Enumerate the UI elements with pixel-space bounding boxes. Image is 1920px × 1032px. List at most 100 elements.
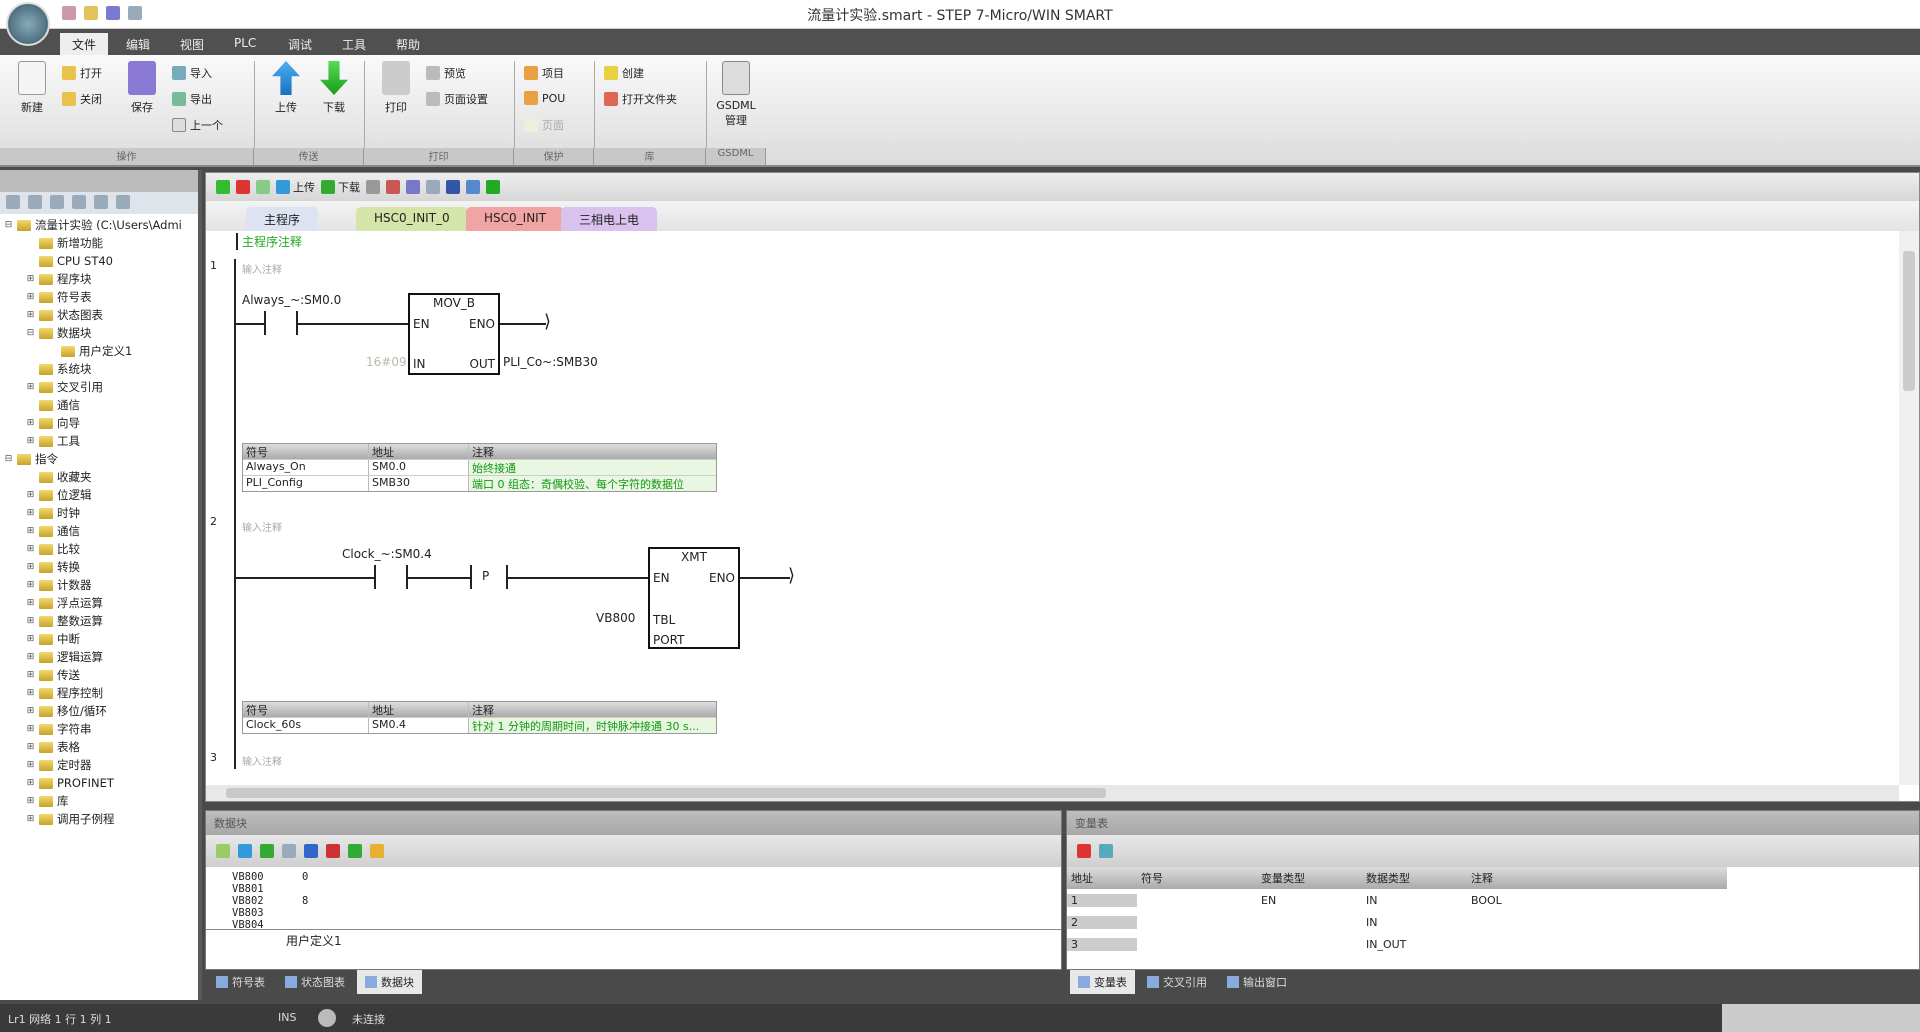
tree-item[interactable]: ⊞ 整数运算: [0, 612, 198, 630]
bottom-tab[interactable]: 交叉引用: [1139, 970, 1215, 994]
delete-row-icon[interactable]: [1077, 844, 1091, 858]
compile-button[interactable]: [256, 178, 270, 196]
preview-button[interactable]: 预览: [426, 65, 466, 81]
expander-icon[interactable]: ⊞: [26, 648, 35, 666]
ribbon-tab[interactable]: 编辑: [114, 33, 162, 55]
quick-open-icon[interactable]: [84, 6, 98, 20]
tree-item[interactable]: ⊞ 中断: [0, 630, 198, 648]
tool-icon[interactable]: [72, 195, 86, 209]
tree-item[interactable]: ⊞ 通信: [0, 522, 198, 540]
tree-item[interactable]: ⊞ 库: [0, 792, 198, 810]
ribbon-tab[interactable]: 文件: [60, 33, 109, 55]
tool-icon[interactable]: [216, 844, 230, 858]
application-menu-button[interactable]: [6, 2, 50, 46]
tree-item[interactable]: ⊞ 表格: [0, 738, 198, 756]
table-cell[interactable]: IN: [1362, 916, 1467, 929]
new-button[interactable]: 新建: [12, 55, 52, 115]
expander-icon[interactable]: ⊟: [26, 324, 35, 342]
tree-item[interactable]: ⊞ 计数器: [0, 576, 198, 594]
tree-item[interactable]: 新增功能: [0, 234, 198, 252]
tree-item[interactable]: ⊞ 工具: [0, 432, 198, 450]
expander-icon[interactable]: ⊟: [4, 216, 13, 234]
protect-project-button[interactable]: 项目: [524, 65, 564, 81]
page-setup-button[interactable]: 页面设置: [426, 91, 488, 107]
table-cell[interactable]: 1: [1067, 893, 1137, 907]
pou-tab[interactable]: HSC0_INIT: [466, 207, 565, 231]
tree-item[interactable]: 系统块: [0, 360, 198, 378]
zoom-slider[interactable]: [1722, 1004, 1920, 1032]
tree-item[interactable]: CPU ST40: [0, 252, 198, 270]
tool-icon[interactable]: [370, 844, 384, 858]
ribbon-tab[interactable]: 帮助: [384, 33, 432, 55]
tool-icon[interactable]: [6, 195, 20, 209]
tree-item[interactable]: 通信: [0, 396, 198, 414]
quick-print-icon[interactable]: [128, 6, 142, 20]
expander-icon[interactable]: ⊞: [26, 270, 35, 288]
tree-item[interactable]: ⊞ 比较: [0, 540, 198, 558]
expander-icon[interactable]: ⊞: [26, 810, 35, 828]
table-row[interactable]: PLI_Config SMB30 端口 0 组态：奇偶校验、每个字符的数据位: [243, 475, 716, 491]
tree-item[interactable]: 收藏夹: [0, 468, 198, 486]
expander-icon[interactable]: ⊞: [26, 666, 35, 684]
pou-tab[interactable]: HSC0_INIT_0: [356, 207, 468, 231]
export-button[interactable]: 导出: [172, 91, 212, 107]
tool-icon[interactable]: [116, 195, 130, 209]
tool-icon[interactable]: [238, 844, 252, 858]
vertical-scrollbar[interactable]: [1899, 231, 1919, 785]
previous-button[interactable]: 上一个: [172, 117, 223, 133]
tree-item[interactable]: ⊞ 浮点运算: [0, 594, 198, 612]
bottom-tab[interactable]: 状态图表: [277, 970, 353, 994]
import-button[interactable]: 导入: [172, 65, 212, 81]
tree-item[interactable]: ⊞ 交叉引用: [0, 378, 198, 396]
table-cell[interactable]: IN_OUT: [1362, 938, 1467, 951]
protect-pou-button[interactable]: POU: [524, 91, 565, 105]
table-cell[interactable]: 2: [1067, 915, 1137, 929]
editor-download-button[interactable]: 下载: [321, 178, 360, 196]
save-button[interactable]: 保存: [122, 55, 162, 115]
ribbon-tab[interactable]: 视图: [168, 33, 216, 55]
delete-button[interactable]: [386, 178, 400, 196]
expander-icon[interactable]: ⊞: [26, 306, 35, 324]
tree-item[interactable]: ⊞ 定时器: [0, 756, 198, 774]
bottom-tab[interactable]: 符号表: [208, 970, 273, 994]
positive-edge-contact[interactable]: [470, 565, 472, 589]
tool-icon[interactable]: [94, 195, 108, 209]
expander-icon[interactable]: ⊟: [4, 450, 13, 468]
tree-item[interactable]: ⊞ 字符串: [0, 720, 198, 738]
expander-icon[interactable]: ⊞: [26, 612, 35, 630]
table-row[interactable]: Always_On SM0.0 始终接通: [243, 459, 716, 475]
bottom-tab[interactable]: 输出窗口: [1219, 970, 1295, 994]
contact-no[interactable]: [264, 311, 266, 335]
expander-icon[interactable]: ⊞: [26, 522, 35, 540]
horizontal-scrollbar[interactable]: [206, 785, 1899, 801]
expander-icon[interactable]: ⊞: [26, 504, 35, 522]
tool-icon[interactable]: [50, 195, 64, 209]
status-button[interactable]: [486, 178, 500, 196]
upload-button[interactable]: 上传: [266, 55, 306, 115]
table-cell[interactable]: IN: [1362, 894, 1467, 907]
tree-item[interactable]: ⊞ PROFINET: [0, 774, 198, 792]
bottom-tab[interactable]: 数据块: [357, 970, 422, 994]
tree-item[interactable]: ⊞ 传送: [0, 666, 198, 684]
expander-icon[interactable]: ⊞: [26, 756, 35, 774]
tree-item[interactable]: ⊞ 逻辑运算: [0, 648, 198, 666]
expander-icon[interactable]: ⊞: [26, 414, 35, 432]
insert-button[interactable]: [366, 178, 380, 196]
tool-icon[interactable]: [282, 844, 296, 858]
data-block-sheet-tab[interactable]: 用户定义1: [206, 929, 1061, 951]
expander-icon[interactable]: ⊞: [26, 540, 35, 558]
quick-save-icon[interactable]: [106, 6, 120, 20]
expander-icon[interactable]: ⊞: [26, 702, 35, 720]
expander-icon[interactable]: ⊞: [26, 378, 35, 396]
expander-icon[interactable]: ⊞: [26, 594, 35, 612]
open-folder-button[interactable]: 打开文件夹: [604, 91, 677, 107]
tree-item[interactable]: ⊞ 时钟: [0, 504, 198, 522]
table-cell[interactable]: EN: [1257, 894, 1362, 907]
ribbon-tab[interactable]: 调试: [276, 33, 324, 55]
bottom-tab[interactable]: 变量表: [1070, 970, 1135, 994]
stop-button[interactable]: [236, 178, 250, 196]
expander-icon[interactable]: ⊞: [26, 738, 35, 756]
expander-icon[interactable]: ⊞: [26, 486, 35, 504]
expander-icon[interactable]: ⊞: [26, 558, 35, 576]
data-block-text[interactable]: VB800 0 VB801 VB802 8 VB803 VB804: [206, 867, 1061, 929]
